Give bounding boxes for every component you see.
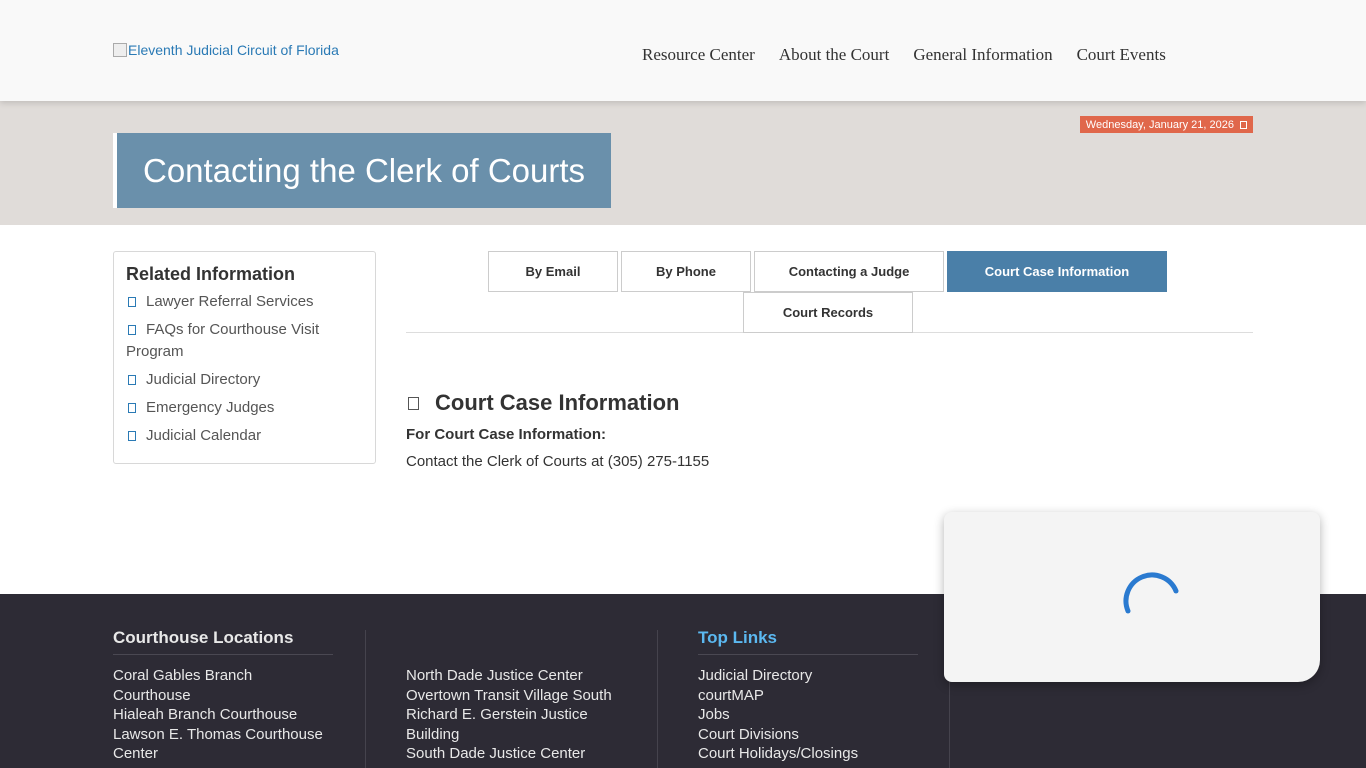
date-text: Wednesday, January 21, 2026 — [1085, 118, 1234, 131]
main-nav: Resource Center About the Court General … — [642, 45, 1166, 65]
page-title-box: Contacting the Clerk of Courts — [113, 133, 612, 208]
tab-court-case-information[interactable]: Court Case Information — [947, 251, 1167, 292]
tab-by-email[interactable]: By Email — [488, 251, 618, 292]
footer-locations-title: Courthouse Locations — [113, 628, 333, 655]
sidebar-item-judicial-directory[interactable]: Judicial Directory — [126, 369, 363, 391]
loading-spinner-icon — [1123, 572, 1179, 614]
tab-court-records[interactable]: Court Records — [743, 292, 913, 333]
document-icon — [408, 396, 419, 410]
site-logo-link[interactable]: Eleventh Judicial Circuit of Florida — [113, 42, 339, 58]
footer-link[interactable]: Hialeah Branch Courthouse — [113, 705, 333, 725]
footer-locations-col1: Courthouse Locations Coral Gables Branch… — [113, 628, 333, 764]
contact-tabs: By Email By Phone Contacting a Judge Cou… — [406, 251, 1253, 333]
page-banner: Wednesday, January 21, 2026 Contacting t… — [0, 101, 1366, 225]
sidebar-item-faqs[interactable]: FAQs for Courthouse Visit Program — [126, 319, 363, 363]
sidebar-item-label: Lawyer Referral Services — [146, 293, 314, 310]
footer-link[interactable]: Jobs — [698, 705, 918, 725]
page-title: Contacting the Clerk of Courts — [143, 151, 586, 189]
external-link-icon — [128, 325, 136, 336]
nav-resource-center[interactable]: Resource Center — [642, 45, 755, 65]
content-heading-text: Court Case Information — [435, 390, 680, 415]
footer-link[interactable]: North Dade Justice Center — [406, 666, 626, 686]
broken-image-icon — [113, 43, 127, 57]
content-heading: Court Case Information — [406, 390, 1253, 416]
sidebar-item-label: Judicial Calendar — [146, 427, 262, 444]
footer-link[interactable]: Richard E. Gerstein Justice Building — [406, 705, 626, 744]
sidebar-item-judicial-calendar[interactable]: Judicial Calendar — [126, 425, 363, 447]
footer-link[interactable]: Lawson E. Thomas Courthouse Center — [113, 725, 333, 764]
footer-link[interactable]: South Dade Justice Center — [406, 744, 626, 764]
related-info-sidebar: Related Information Lawyer Referral Serv… — [113, 251, 376, 464]
footer-locations-col2: North Dade Justice Center Overtown Trans… — [406, 666, 626, 764]
footer-divider — [657, 630, 658, 768]
sidebar-item-label: Judicial Directory — [146, 371, 261, 388]
external-link-icon — [128, 375, 136, 386]
nav-general-information[interactable]: General Information — [913, 45, 1052, 65]
footer-top-links-col: Top Links Judicial Directory courtMAP Jo… — [698, 628, 918, 764]
sidebar-list: Lawyer Referral Services FAQs for Courth… — [126, 291, 363, 447]
site-header: Eleventh Judicial Circuit of Florida Res… — [0, 0, 1366, 101]
footer-link[interactable]: courtMAP — [698, 686, 918, 706]
sidebar-title: Related Information — [126, 264, 296, 284]
date-badge: Wednesday, January 21, 2026 — [1079, 116, 1253, 133]
loading-widget — [944, 512, 1320, 682]
footer-link[interactable]: Court Holidays/Closings — [698, 744, 918, 764]
tab-content: Court Case Information For Court Case In… — [406, 390, 1253, 470]
footer-link[interactable]: Overtown Transit Village South — [406, 686, 626, 706]
nav-court-events[interactable]: Court Events — [1077, 45, 1166, 65]
footer-link[interactable]: Coral Gables Branch Courthouse — [113, 666, 333, 705]
footer-top-links-title: Top Links — [698, 628, 918, 655]
footer-divider — [365, 630, 366, 768]
external-link-icon — [128, 297, 136, 308]
external-link-icon — [128, 403, 136, 414]
sidebar-item-label: Emergency Judges — [146, 399, 275, 416]
logo-alt-text: Eleventh Judicial Circuit of Florida — [128, 42, 339, 58]
sidebar-item-lawyer-referral[interactable]: Lawyer Referral Services — [126, 291, 363, 313]
sidebar-item-label: FAQs for Courthouse Visit Program — [126, 321, 320, 360]
calendar-icon — [1240, 120, 1247, 129]
tab-contacting-a-judge[interactable]: Contacting a Judge — [754, 251, 944, 292]
sidebar-item-emergency-judges[interactable]: Emergency Judges — [126, 397, 363, 419]
content-label: For Court Case Information: — [406, 426, 607, 443]
footer-link[interactable]: Court Divisions — [698, 725, 918, 745]
tab-by-phone[interactable]: By Phone — [621, 251, 751, 292]
footer-link[interactable]: Judicial Directory — [698, 666, 918, 686]
external-link-icon — [128, 431, 136, 442]
nav-about-the-court[interactable]: About the Court — [779, 45, 890, 65]
content-text: Contact the Clerk of Courts at (305) 275… — [406, 453, 710, 470]
